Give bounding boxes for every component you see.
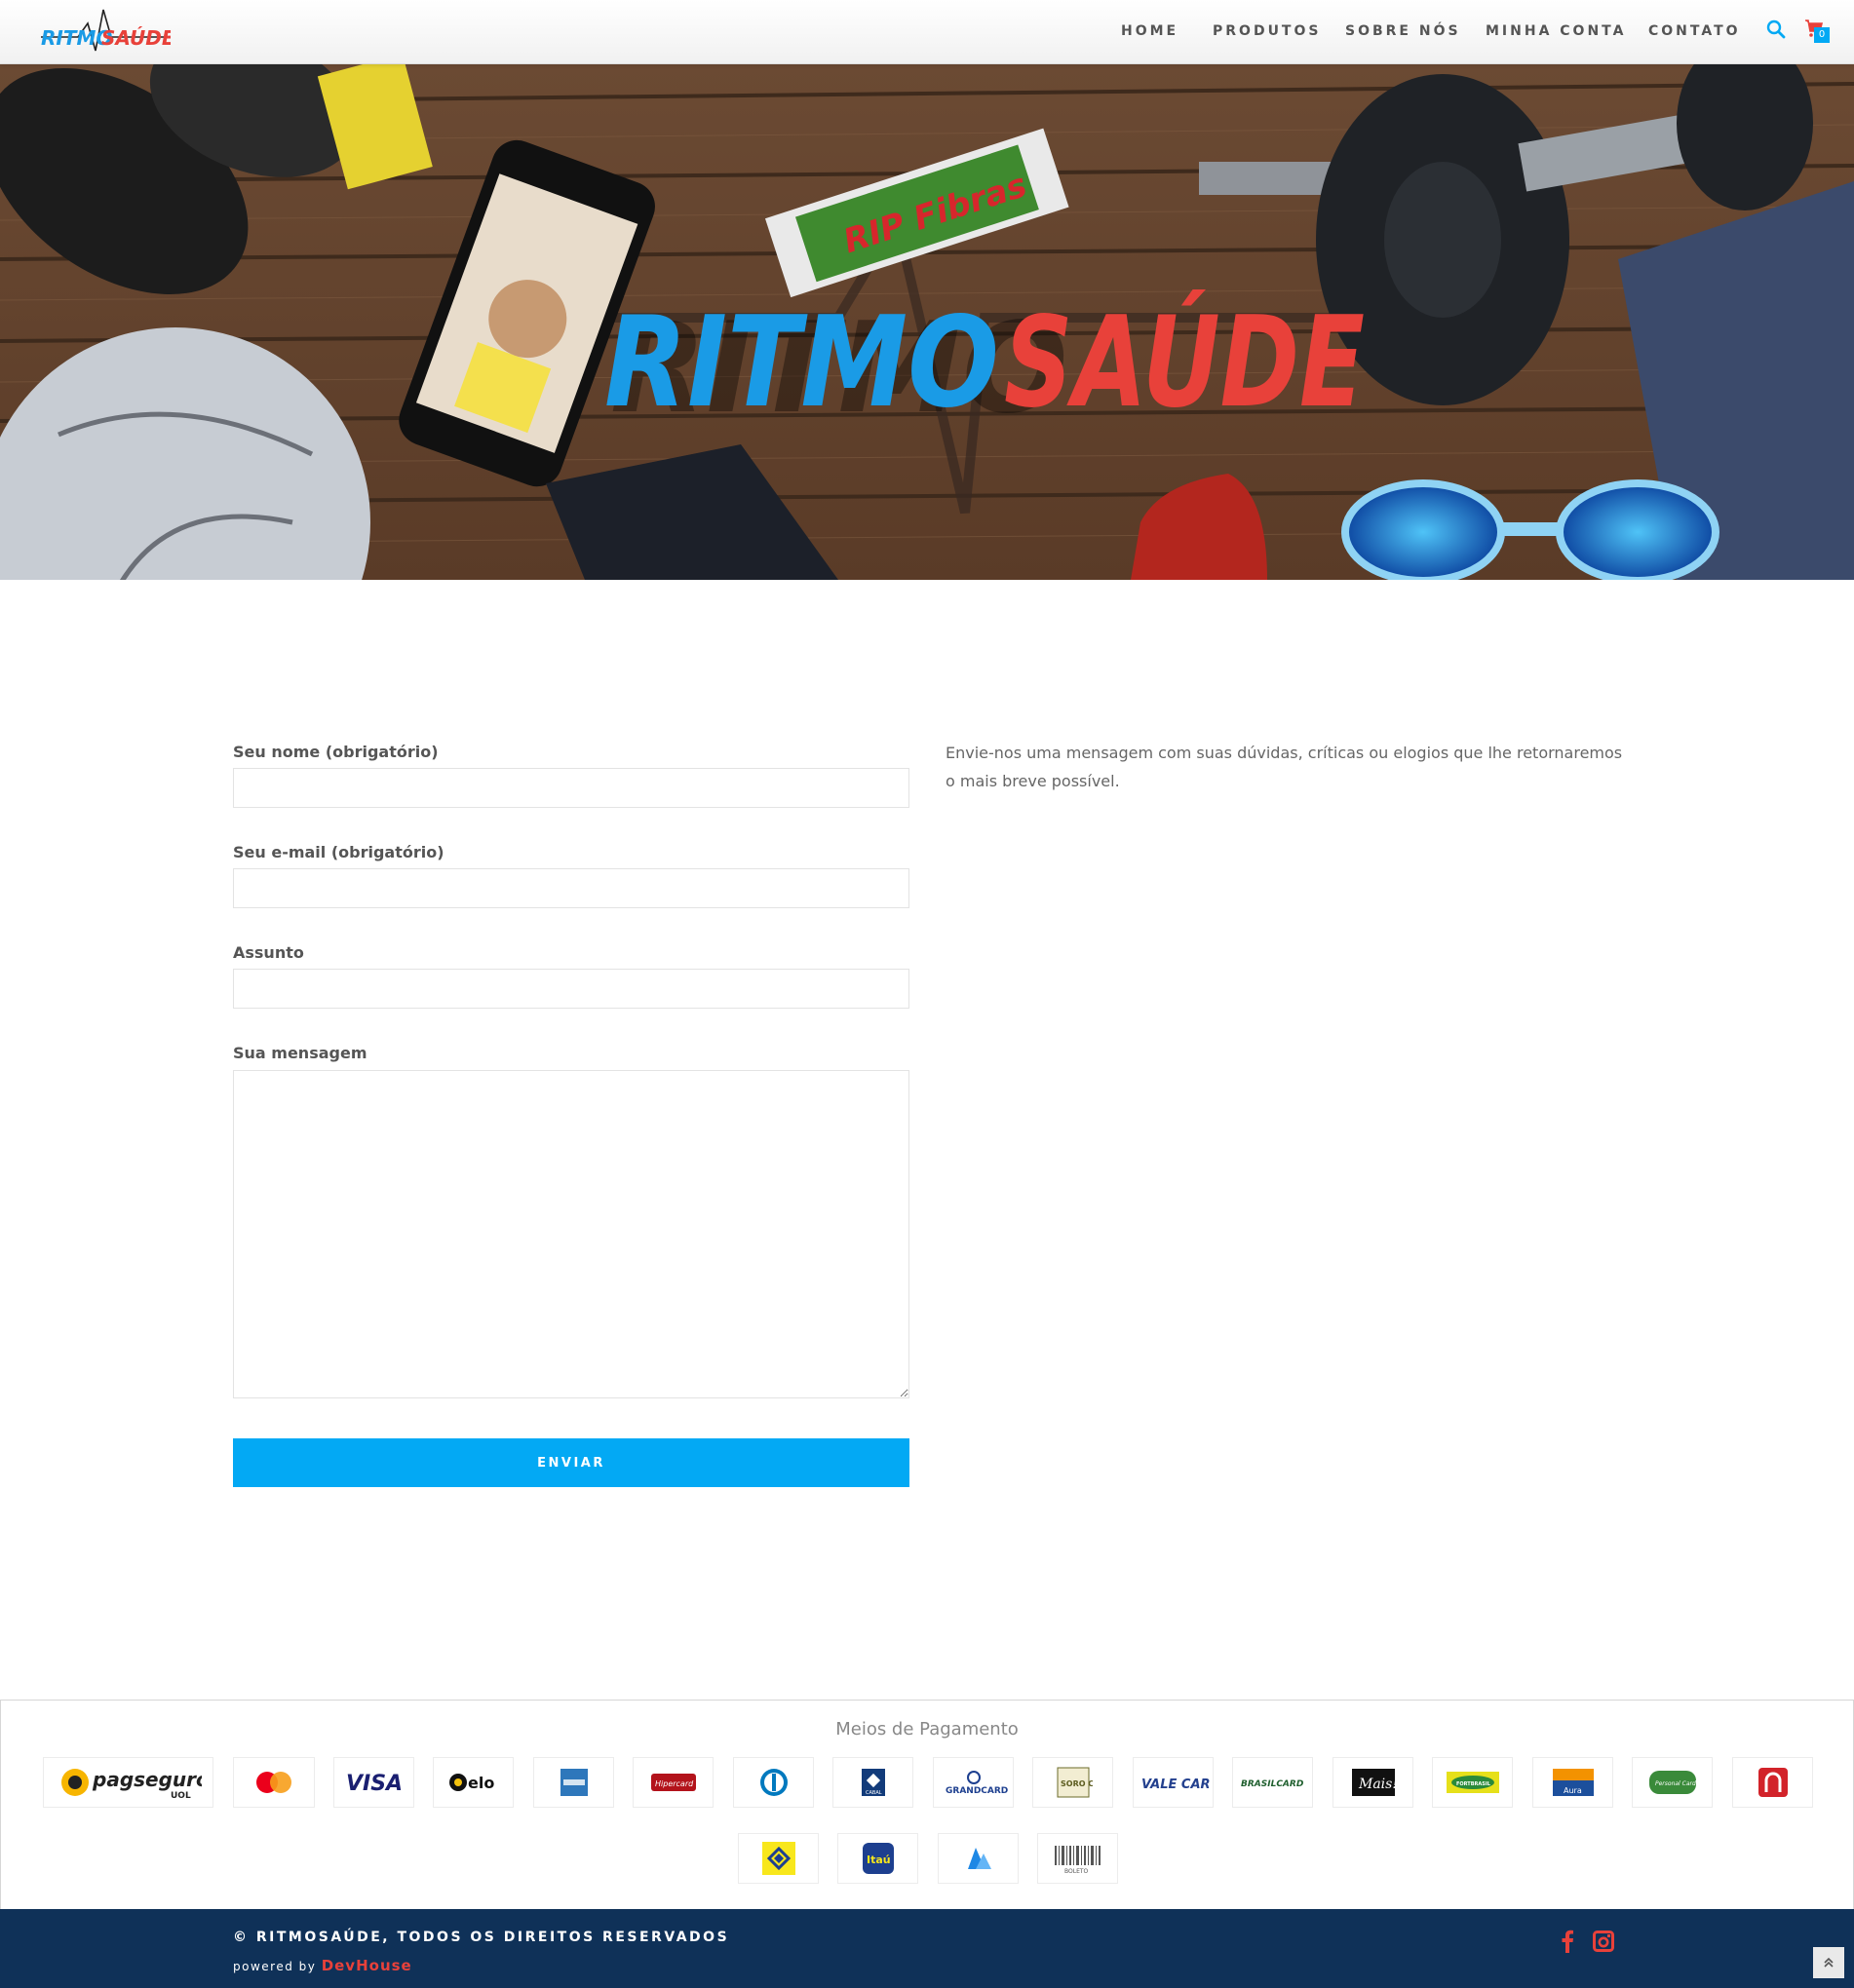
pay-label-grandcard: GRANDCARD: [946, 1786, 1008, 1796]
copyright-text: © RITMOSAÚDE, TODOS OS DIREITOS RESERVAD…: [233, 1930, 730, 1945]
pay-logo-boleto: BOLETO: [1037, 1833, 1118, 1884]
pay-logo-hipercard: Hipercard: [633, 1757, 714, 1808]
pay-logo-bradesco: [938, 1833, 1019, 1884]
pay-logo-grandcard: GRANDCARD: [933, 1757, 1014, 1808]
nav-minha-conta[interactable]: MINHA CONTA: [1486, 23, 1626, 39]
search-icon[interactable]: [1766, 19, 1786, 43]
pay-label-mais: Mais!: [1358, 1777, 1397, 1792]
pay-logo-aura: Aura: [1532, 1757, 1613, 1808]
pay-logo-elo: elo: [433, 1757, 514, 1808]
pay-label-pagseguro: pagseguro: [92, 1768, 202, 1791]
cart-count-badge: 0: [1814, 27, 1830, 43]
facebook-icon[interactable]: [1561, 1930, 1574, 1957]
nav-produtos[interactable]: PRODUTOS: [1213, 23, 1321, 39]
pay-label-sorocred: SORO CRED: [1061, 1779, 1093, 1788]
devhouse-link[interactable]: DevHouse: [322, 1957, 412, 1974]
pay-logo-sorocred: SORO CRED: [1032, 1757, 1113, 1808]
pay-logo-itau: Itaú: [837, 1833, 918, 1884]
pay-label-visa: VISA: [346, 1772, 403, 1796]
logo-text-red: SAÚDE: [101, 26, 171, 50]
pay-logo-banco-do-brasil: [738, 1833, 819, 1884]
headline-red: SAÚDE: [1004, 289, 1365, 436]
logo-mark: RITMO SAÚDE: [41, 9, 171, 52]
name-label: Seu nome (obrigatório): [233, 743, 439, 761]
nav-sobre-nos[interactable]: SOBRE NÓS: [1345, 23, 1461, 39]
pay-label-fortbrasil: FORTBRASIL: [1456, 1781, 1491, 1787]
pay-logo-visa: VISA: [333, 1757, 414, 1808]
logo[interactable]: RITMO SAÚDE: [39, 6, 171, 58]
pay-label-boleto: BOLETO: [1064, 1868, 1089, 1875]
site-footer: [0, 1909, 1854, 1988]
pay-label-personalcard: Personal Card: [1655, 1780, 1696, 1787]
hero-banner: RIP Fibras RITMO RITMO SAÚDE: [0, 64, 1854, 580]
pay-logo-brasilcard: BRASILCARD: [1232, 1757, 1313, 1808]
pay-label-itau: Itaú: [867, 1854, 891, 1866]
payment-methods-title: Meios de Pagamento: [835, 1719, 1019, 1740]
pay-label-cabal: CABAL: [866, 1790, 882, 1796]
pay-label-brasilcard: BRASILCARD: [1241, 1779, 1304, 1789]
pay-logo-mais: Mais!: [1333, 1757, 1413, 1808]
subject-input[interactable]: [233, 969, 909, 1009]
pay-logo-pagseguro: pagseguro UOL: [43, 1757, 213, 1808]
instagram-icon[interactable]: [1593, 1931, 1614, 1956]
pay-label-hipercard: Hipercard: [655, 1779, 694, 1788]
site-header: RITMO SAÚDE HOME PRODUTOS SOBRE NÓS MINH…: [0, 0, 1854, 64]
powered-by-line: powered by DevHouse: [233, 1957, 412, 1974]
subject-label: Assunto: [233, 943, 304, 962]
back-to-top-button[interactable]: [1813, 1947, 1844, 1978]
pay-logo-cabal: CABAL: [832, 1757, 913, 1808]
nav-home[interactable]: HOME: [1121, 23, 1178, 39]
pay-label-elo: elo: [468, 1774, 494, 1792]
pay-sublabel-pagseguro: UOL: [171, 1791, 191, 1801]
pay-logo-personalcard: Personal Card: [1632, 1757, 1713, 1808]
pay-logo-diners: [733, 1757, 814, 1808]
pay-logo-banrisul: [1732, 1757, 1813, 1808]
message-label: Sua mensagem: [233, 1044, 367, 1062]
contact-intro-text: Envie-nos uma mensagem com suas dúvidas,…: [946, 744, 1623, 790]
name-input[interactable]: [233, 768, 909, 808]
headline-blue: RITMO: [604, 290, 999, 436]
pay-logo-mastercard: [233, 1757, 315, 1808]
nav-contato[interactable]: CONTATO: [1648, 23, 1741, 39]
hero-image: RIP Fibras RITMO RITMO SAÚDE: [0, 64, 1854, 580]
email-input[interactable]: [233, 868, 909, 908]
pay-logo-valecard: VALE CARD: [1133, 1757, 1214, 1808]
pay-logo-amex: [533, 1757, 614, 1808]
pay-label-aura: Aura: [1564, 1786, 1582, 1795]
email-label: Seu e-mail (obrigatório): [233, 843, 444, 861]
message-textarea[interactable]: [233, 1070, 909, 1398]
pay-logo-fortbrasil: FORTBRASIL: [1432, 1757, 1513, 1808]
chevron-up-icon: [1823, 1954, 1835, 1972]
send-button[interactable]: ENVIAR: [233, 1438, 909, 1487]
pay-label-valecard: VALE CARD: [1141, 1778, 1210, 1792]
powered-by-text: powered by: [233, 1960, 317, 1973]
